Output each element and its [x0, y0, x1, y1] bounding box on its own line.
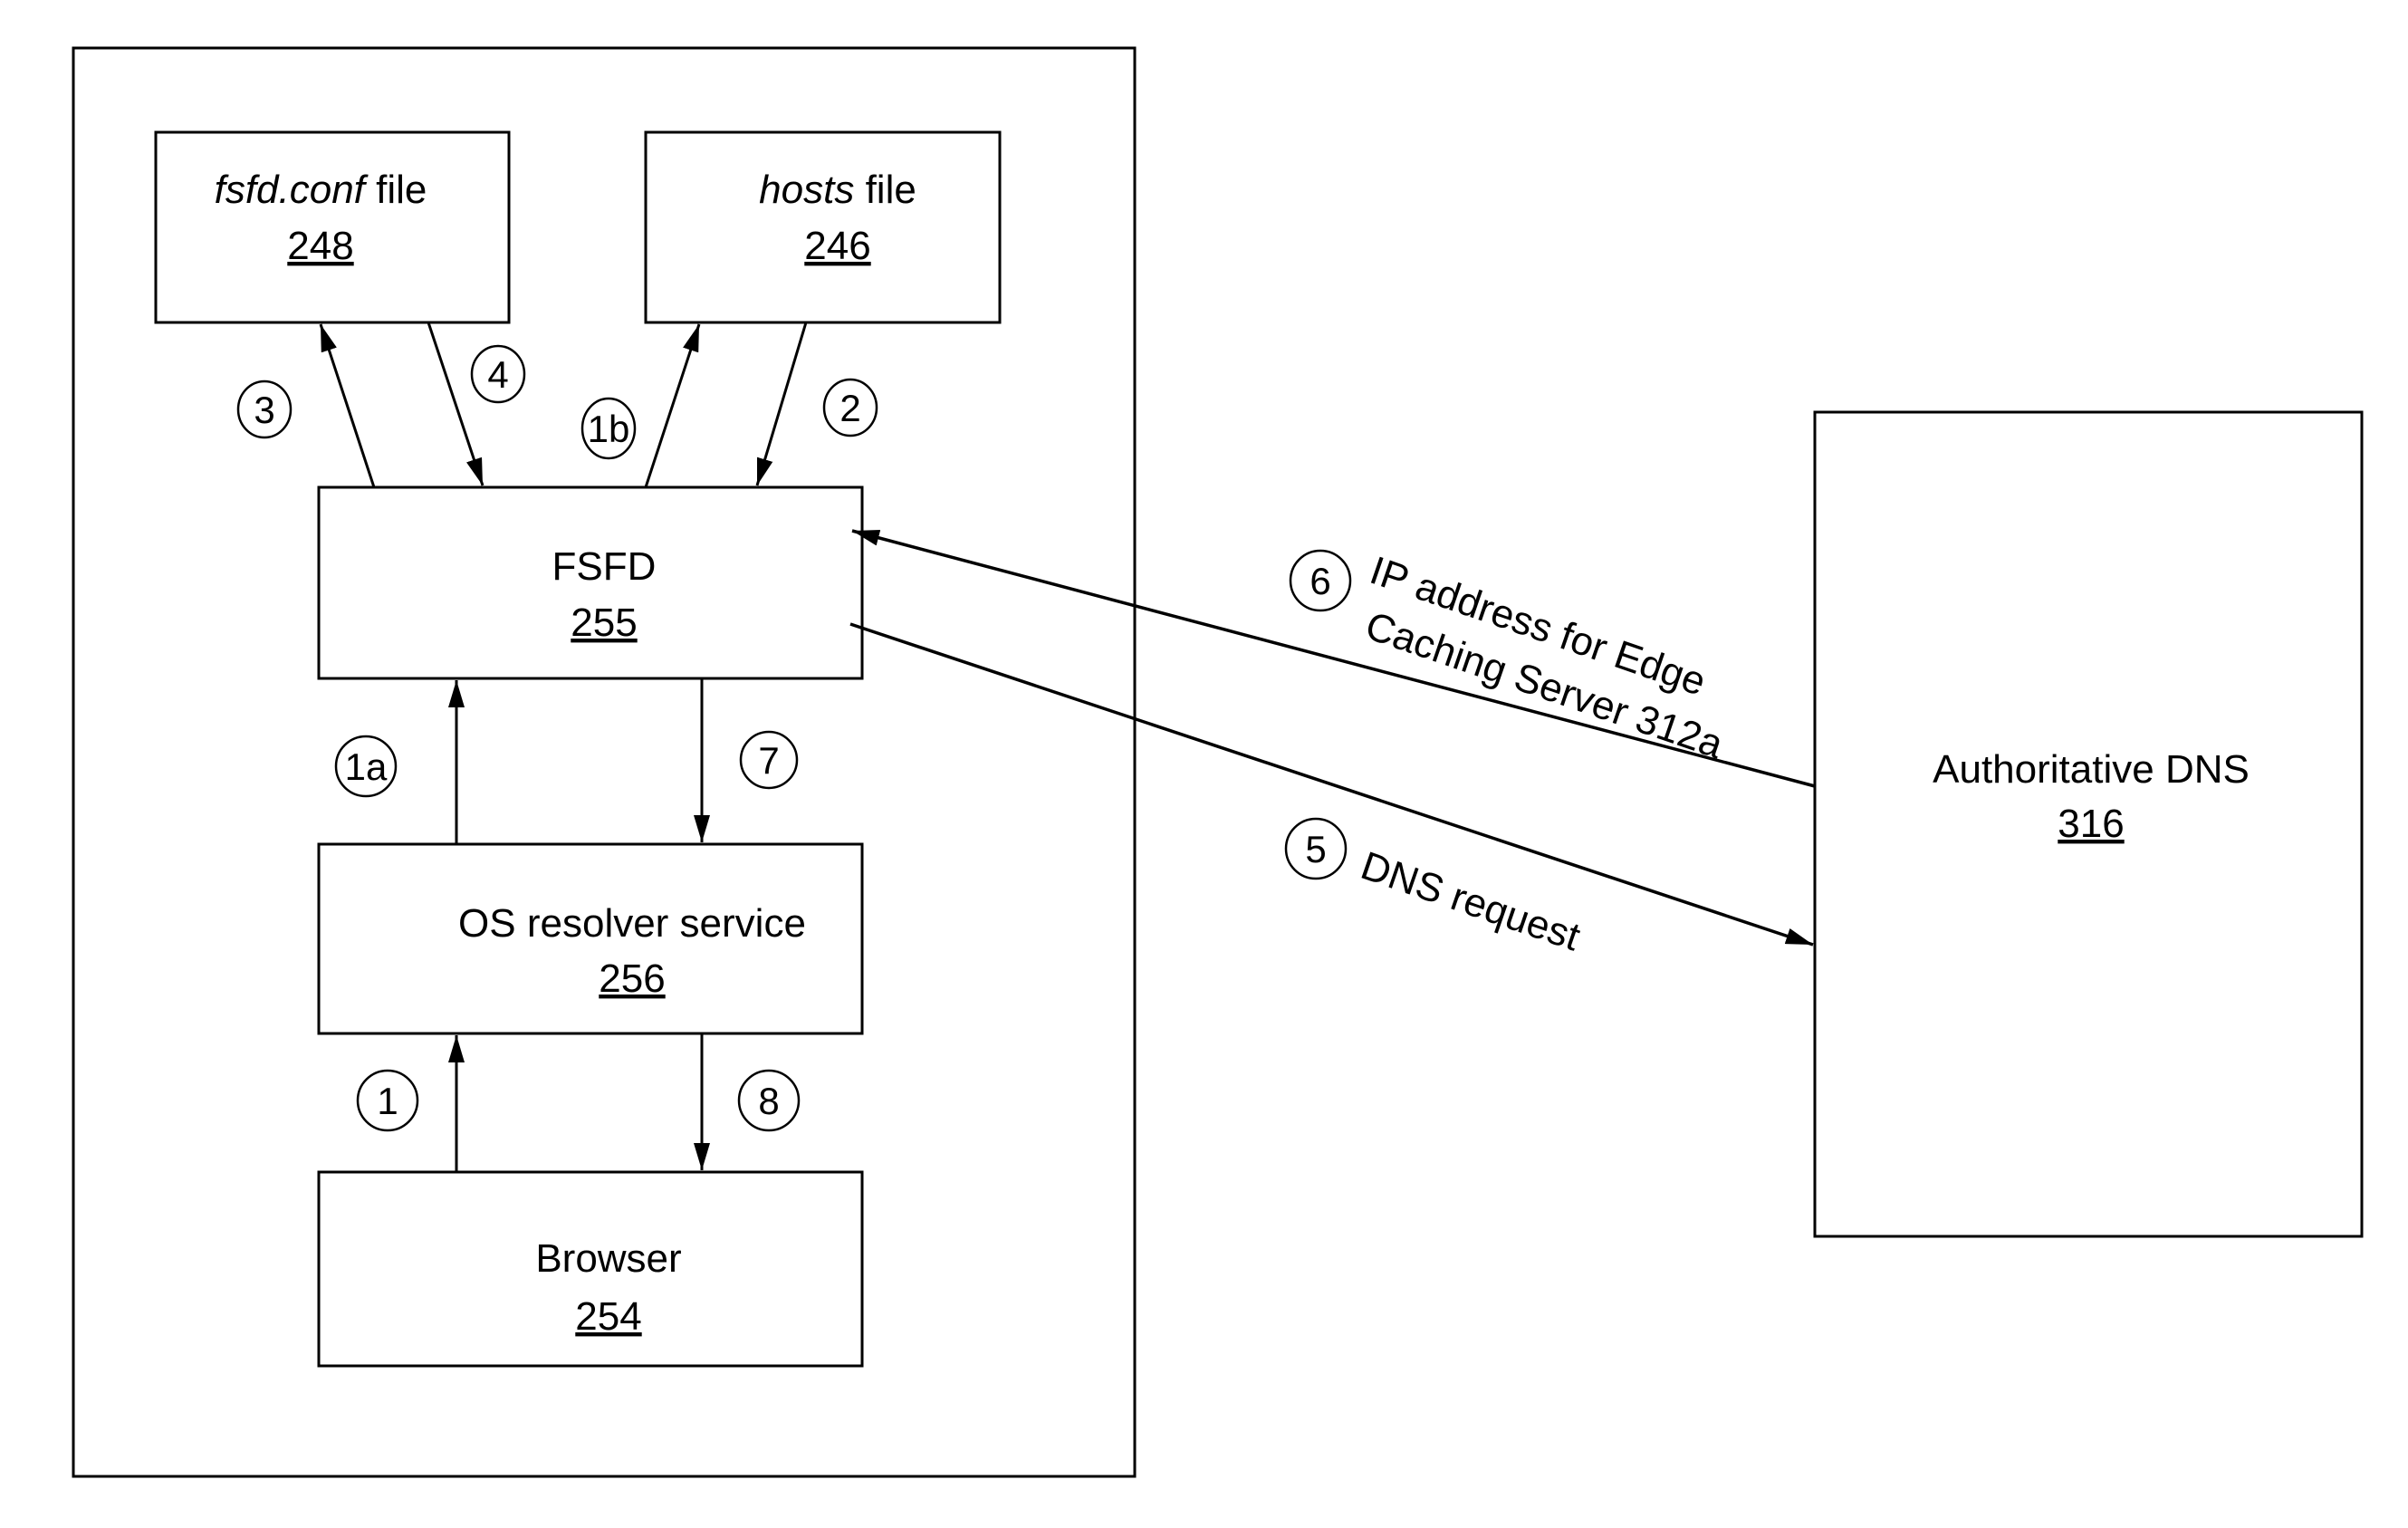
svg-text:5: 5 — [1305, 828, 1326, 870]
fsfd-ref: 255 — [571, 601, 637, 645]
step-marker-1b: 1b — [580, 397, 637, 460]
step-marker-2: 2 — [822, 378, 878, 437]
step-marker-4: 4 — [470, 344, 526, 404]
fsfd-conf-file-ref: 248 — [287, 224, 353, 268]
arrow-step-3 — [319, 323, 376, 488]
step-marker-1a: 1a — [334, 735, 398, 798]
hosts-file-title: hosts file — [759, 168, 916, 212]
os-resolver-service-ref: 256 — [599, 956, 665, 1001]
authoritative-dns-box: Authoritative DNS 316 — [1813, 410, 2364, 1238]
fsfd-conf-file-box: fsfd.conf file 248 — [154, 130, 511, 324]
step-marker-6: 6 — [1289, 549, 1352, 612]
step-marker-3: 3 — [236, 380, 293, 439]
step-marker-1: 1 — [356, 1069, 419, 1132]
svg-text:1b: 1b — [588, 408, 630, 450]
step-marker-8: 8 — [737, 1069, 801, 1132]
svg-text:7: 7 — [758, 739, 779, 782]
svg-text:2: 2 — [839, 387, 860, 429]
arrow-step-1b — [644, 323, 701, 488]
diagram-canvas: fsfd.conf file 248 hosts file 246 FSFD 2… — [72, 46, 2364, 1478]
arrow-step-4 — [427, 322, 484, 486]
authoritative-dns-ref: 316 — [2058, 802, 2124, 846]
step-marker-7: 7 — [739, 730, 799, 790]
svg-text:3: 3 — [254, 389, 274, 431]
os-resolver-service-box: OS resolver service 256 — [317, 842, 864, 1035]
dns-request-label: DNS request — [1356, 843, 1586, 959]
fsfd-box: FSFD 255 — [317, 485, 864, 680]
arrow-step-2 — [755, 322, 808, 486]
authoritative-dns-title: Authoritative DNS — [1933, 747, 2250, 792]
svg-text:1: 1 — [377, 1080, 398, 1122]
browser-title: Browser — [535, 1236, 681, 1281]
svg-text:8: 8 — [758, 1080, 779, 1122]
hosts-file-ref: 246 — [804, 224, 870, 268]
browser-box: Browser 254 — [317, 1170, 864, 1368]
svg-text:6: 6 — [1310, 560, 1330, 602]
fsfd-title: FSFD — [552, 544, 657, 589]
hosts-file-box: hosts file 246 — [644, 130, 1002, 324]
svg-text:1a: 1a — [345, 745, 388, 788]
step-marker-5: 5 — [1284, 817, 1348, 880]
browser-ref: 254 — [575, 1294, 641, 1339]
fsfd-conf-file-title: fsfd.conf file — [215, 168, 427, 212]
svg-text:4: 4 — [487, 353, 508, 396]
os-resolver-service-title: OS resolver service — [458, 901, 806, 946]
